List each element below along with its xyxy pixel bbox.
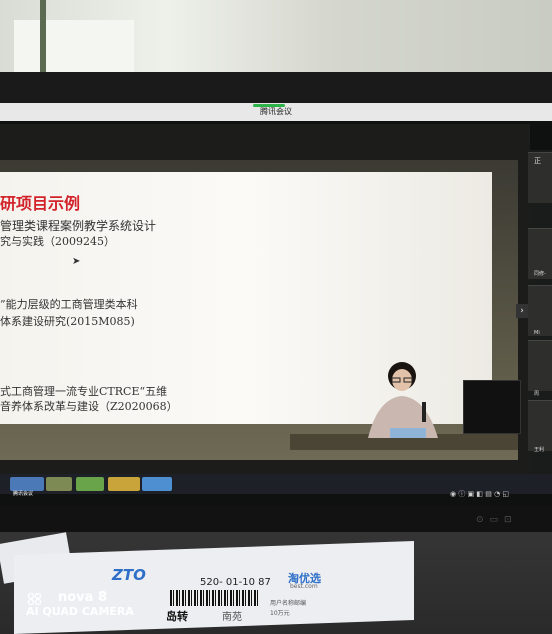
- barcode-number: 520- 01-10 87: [200, 577, 271, 588]
- collapse-panel-icon[interactable]: ›: [516, 304, 528, 318]
- taskbar-app-icon[interactable]: [108, 477, 140, 491]
- participant-name: Mi: [534, 330, 540, 336]
- mouse-cursor-icon: ➤: [72, 256, 81, 267]
- camera-watermark-caption: AI QUAD CAMERA: [26, 605, 134, 618]
- address-line: 用户名称邮编: [270, 600, 307, 607]
- participant-thumbnail[interactable]: [528, 340, 552, 391]
- participant-thumbnail[interactable]: [528, 400, 552, 451]
- system-tray[interactable]: ◉ ⓘ ▣ ◧ ▤ ◔ ◱: [450, 489, 550, 501]
- barcode: [170, 590, 260, 606]
- slide-line: 式工商管理一流专业CTRCE“五维: [0, 385, 168, 398]
- taskbar-folder-icon[interactable]: [46, 477, 72, 491]
- slide-line: 音养体系改革与建设（Z2020068）: [0, 400, 178, 413]
- participant-name: 王利: [534, 447, 545, 453]
- camera-brand-icon: [27, 593, 42, 605]
- address-line: 10万元: [270, 610, 290, 617]
- participant-name: 同修-: [534, 271, 546, 277]
- slide-line: 体系建设研究(2015M085): [0, 315, 135, 328]
- slide-title: 研项目示例: [0, 194, 81, 213]
- presenter-figure: [368, 362, 438, 438]
- participant-name: 周: [534, 391, 540, 397]
- taskbar-app-icon[interactable]: [142, 477, 172, 491]
- route-code: 岛转: [166, 610, 188, 623]
- courier-logo: ZTO: [112, 566, 146, 584]
- window-pane: [14, 20, 134, 80]
- slide-line: ”能力层级的工商管理类本科: [0, 298, 138, 311]
- slide-line: 究与实践（2009245）: [0, 235, 115, 248]
- meeting-app-title: 腾讯会议: [260, 107, 292, 116]
- participant-thumbnail[interactable]: [528, 285, 552, 336]
- monitor-buttons-icon: ⊙▭⊡: [476, 515, 518, 525]
- window-frame: [40, 0, 46, 80]
- monitor-bezel: [0, 505, 552, 535]
- slide-line: 管理类课程案例教学系统设计: [0, 219, 157, 233]
- classroom-pc-monitor: [463, 380, 521, 434]
- camera-watermark-model: nova 8: [58, 590, 108, 605]
- brand-site: best.com: [290, 583, 318, 590]
- participant-name: 正: [534, 157, 541, 165]
- taskbar-browser-icon[interactable]: [76, 477, 104, 491]
- taskbar-app-label: 腾讯会议: [13, 491, 34, 497]
- route-destination: 南苑: [222, 612, 242, 623]
- taskbar-meeting-app-button[interactable]: 腾讯会议: [10, 477, 44, 497]
